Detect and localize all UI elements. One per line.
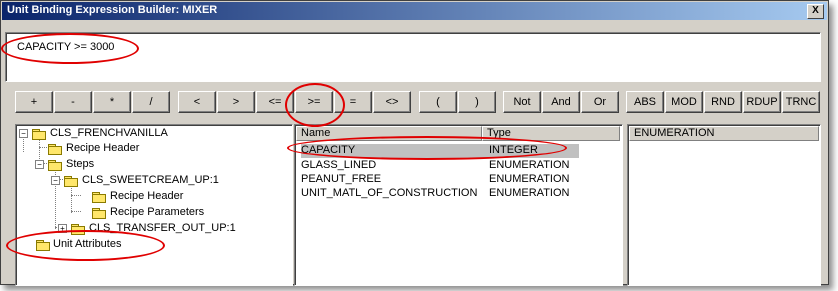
folder-icon <box>64 176 78 187</box>
greater-than-button[interactable]: > <box>217 91 255 113</box>
open-paren-button[interactable]: ( <box>419 91 457 113</box>
minus-button[interactable]: - <box>54 91 92 113</box>
equals-button[interactable]: = <box>334 91 372 113</box>
folder-icon <box>48 144 62 155</box>
tree-connector <box>39 147 47 148</box>
mod-button[interactable]: MOD <box>665 91 703 113</box>
enumeration-list[interactable]: ENUMERATION <box>627 124 821 286</box>
tree-item-cls-transfer-out-up[interactable]: CLS_TRANSFER_OUT_UP:1 <box>89 222 236 234</box>
collapse-toggle[interactable]: − <box>19 129 28 138</box>
list-item-unit-matl-of-construction[interactable]: UNIT_MATL_OF_CONSTRUCTION ENUMERATION <box>301 187 579 201</box>
divide-button[interactable]: / <box>132 91 170 113</box>
attribute-list[interactable]: Name Type CAPACITY INTEGER GLASS_LINED E… <box>294 124 623 286</box>
window-title: Unit Binding Expression Builder: MIXER <box>7 4 218 16</box>
column-header-name[interactable]: Name <box>296 126 482 141</box>
expression-editor[interactable]: CAPACITY >= 3000 <box>5 32 821 82</box>
tree-item-cls-sweetcream-up[interactable]: CLS_SWEETCREAM_UP:1 <box>82 174 219 186</box>
folder-icon <box>92 208 106 219</box>
close-paren-button[interactable]: ) <box>458 91 496 113</box>
trnc-button[interactable]: TRNC <box>782 91 820 113</box>
tree-item-recipe-header[interactable]: Recipe Header <box>66 142 139 154</box>
tree-item-steps[interactable]: Steps <box>66 158 94 170</box>
list-item-peanut-free[interactable]: PEANUT_FREE ENUMERATION <box>301 173 579 187</box>
attribute-type: ENUMERATION <box>489 159 570 171</box>
list-item-capacity[interactable]: CAPACITY INTEGER <box>301 144 579 158</box>
attribute-type: INTEGER <box>489 144 538 156</box>
tree-item-recipe-header-2[interactable]: Recipe Header <box>110 190 183 202</box>
collapse-toggle[interactable]: − <box>51 176 60 185</box>
not-button[interactable]: Not <box>503 91 541 113</box>
attribute-name: UNIT_MATL_OF_CONSTRUCTION <box>301 187 478 199</box>
rdup-button[interactable]: RDUP <box>743 91 781 113</box>
or-button[interactable]: Or <box>581 91 619 113</box>
rnd-button[interactable]: RND <box>704 91 742 113</box>
attribute-name: PEANUT_FREE <box>301 173 382 185</box>
context-tree[interactable]: − CLS_FRENCHVANILLA Recipe Header − Step… <box>15 124 293 286</box>
and-button[interactable]: And <box>542 91 580 113</box>
collapse-toggle[interactable]: − <box>35 160 44 169</box>
not-equal-button[interactable]: <> <box>373 91 411 113</box>
column-header-type[interactable]: Type <box>482 126 620 141</box>
tree-item-unit-attributes[interactable]: Unit Attributes <box>53 238 121 250</box>
attribute-name: GLASS_LINED <box>301 159 377 171</box>
title-bar: Unit Binding Expression Builder: MIXER X <box>2 2 827 20</box>
expression-text[interactable]: CAPACITY >= 3000 <box>17 41 114 53</box>
column-header-enumeration[interactable]: ENUMERATION <box>629 126 819 141</box>
tree-item-cls-frenchvanilla[interactable]: CLS_FRENCHVANILLA <box>50 127 168 139</box>
attribute-name: CAPACITY <box>301 144 356 156</box>
folder-icon <box>92 192 106 203</box>
attribute-type: ENUMERATION <box>489 173 570 185</box>
expression-builder-window: Unit Binding Expression Builder: MIXER X… <box>0 0 829 286</box>
tree-connector <box>71 195 81 196</box>
folder-icon <box>48 160 62 171</box>
tree-item-recipe-parameters[interactable]: Recipe Parameters <box>110 206 204 218</box>
close-button[interactable]: X <box>807 4 824 19</box>
attribute-type: ENUMERATION <box>489 187 570 199</box>
greater-equal-button[interactable]: >= <box>295 91 333 113</box>
multiply-button[interactable]: * <box>93 91 131 113</box>
list-item-glass-lined[interactable]: GLASS_LINED ENUMERATION <box>301 159 579 173</box>
open-folder-icon <box>36 240 50 251</box>
less-equal-button[interactable]: <= <box>256 91 294 113</box>
folder-icon <box>32 129 46 140</box>
plus-button[interactable]: + <box>15 91 53 113</box>
expand-toggle[interactable]: + <box>58 224 67 233</box>
folder-icon <box>71 224 85 235</box>
tree-connector <box>71 211 81 212</box>
abs-button[interactable]: ABS <box>626 91 664 113</box>
tree-connector <box>71 185 72 213</box>
less-than-button[interactable]: < <box>178 91 216 113</box>
